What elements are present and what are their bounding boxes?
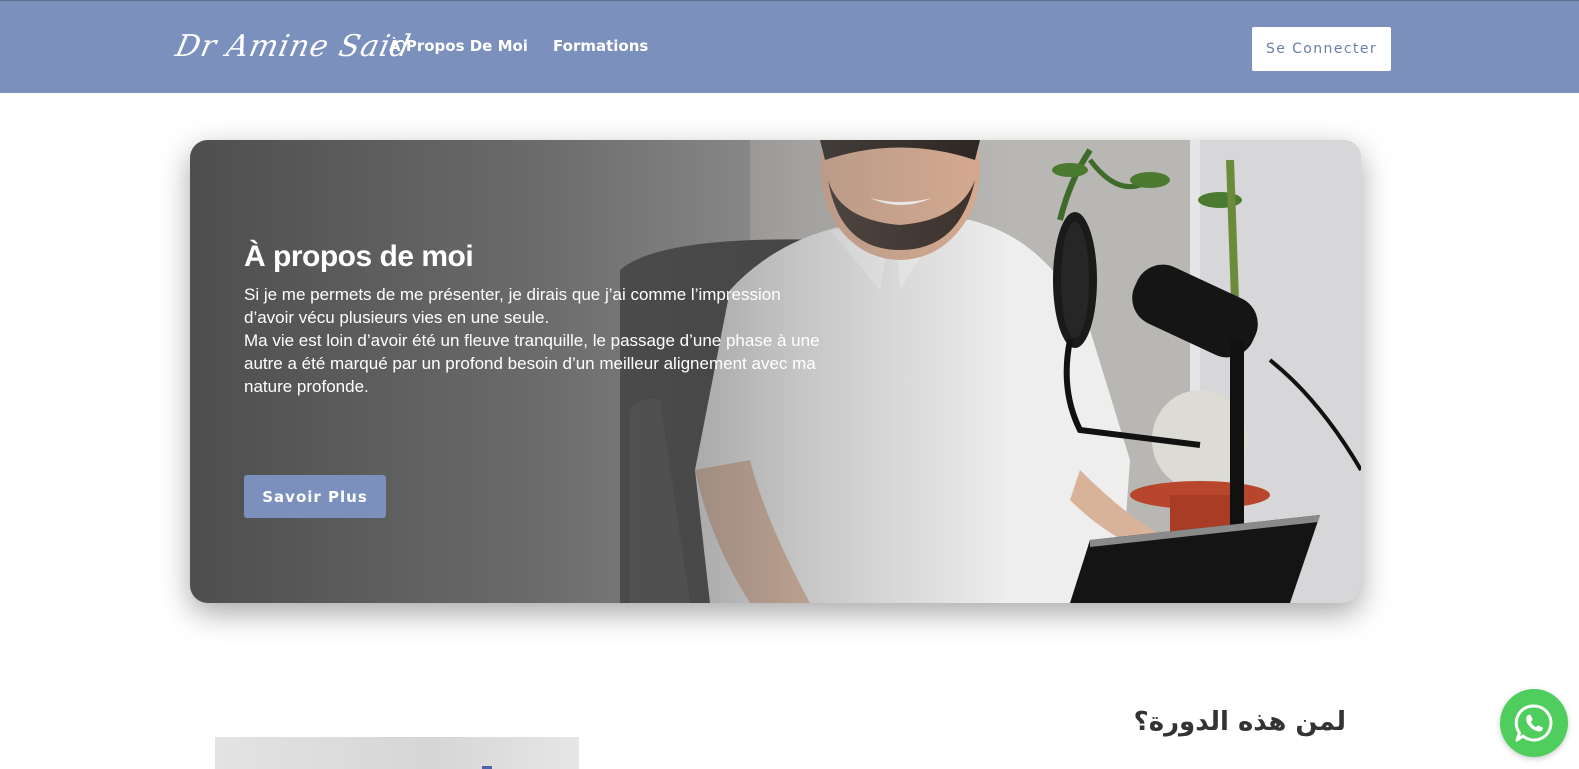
whatsapp-icon: [1514, 704, 1553, 742]
site-logo[interactable]: Dr Amine Said: [170, 19, 414, 75]
nav-link-about[interactable]: À Propos De Moi: [389, 37, 528, 55]
hero-banner: À propos de moi Si je me permets de me p…: [190, 140, 1361, 603]
course-image: [215, 737, 579, 769]
course-audience-heading: لمن هذه الدورة؟: [1133, 707, 1346, 737]
hero-title: À propos de moi: [244, 240, 474, 273]
login-button[interactable]: Se Connecter: [1252, 27, 1391, 71]
nav-link-formations[interactable]: Formations: [553, 37, 648, 55]
whatsapp-button[interactable]: [1500, 689, 1568, 757]
read-more-button[interactable]: Savoir Plus: [244, 475, 386, 518]
site-header: Dr Amine Said À Propos De Moi Formations…: [0, 0, 1579, 93]
hero-description: Si je me permets de me présenter, je dir…: [244, 283, 824, 398]
hero-paragraph-2: Ma vie est loin d’avoir été un fleuve tr…: [244, 331, 820, 396]
hero-paragraph-1: Si je me permets de me présenter, je dir…: [244, 285, 781, 327]
